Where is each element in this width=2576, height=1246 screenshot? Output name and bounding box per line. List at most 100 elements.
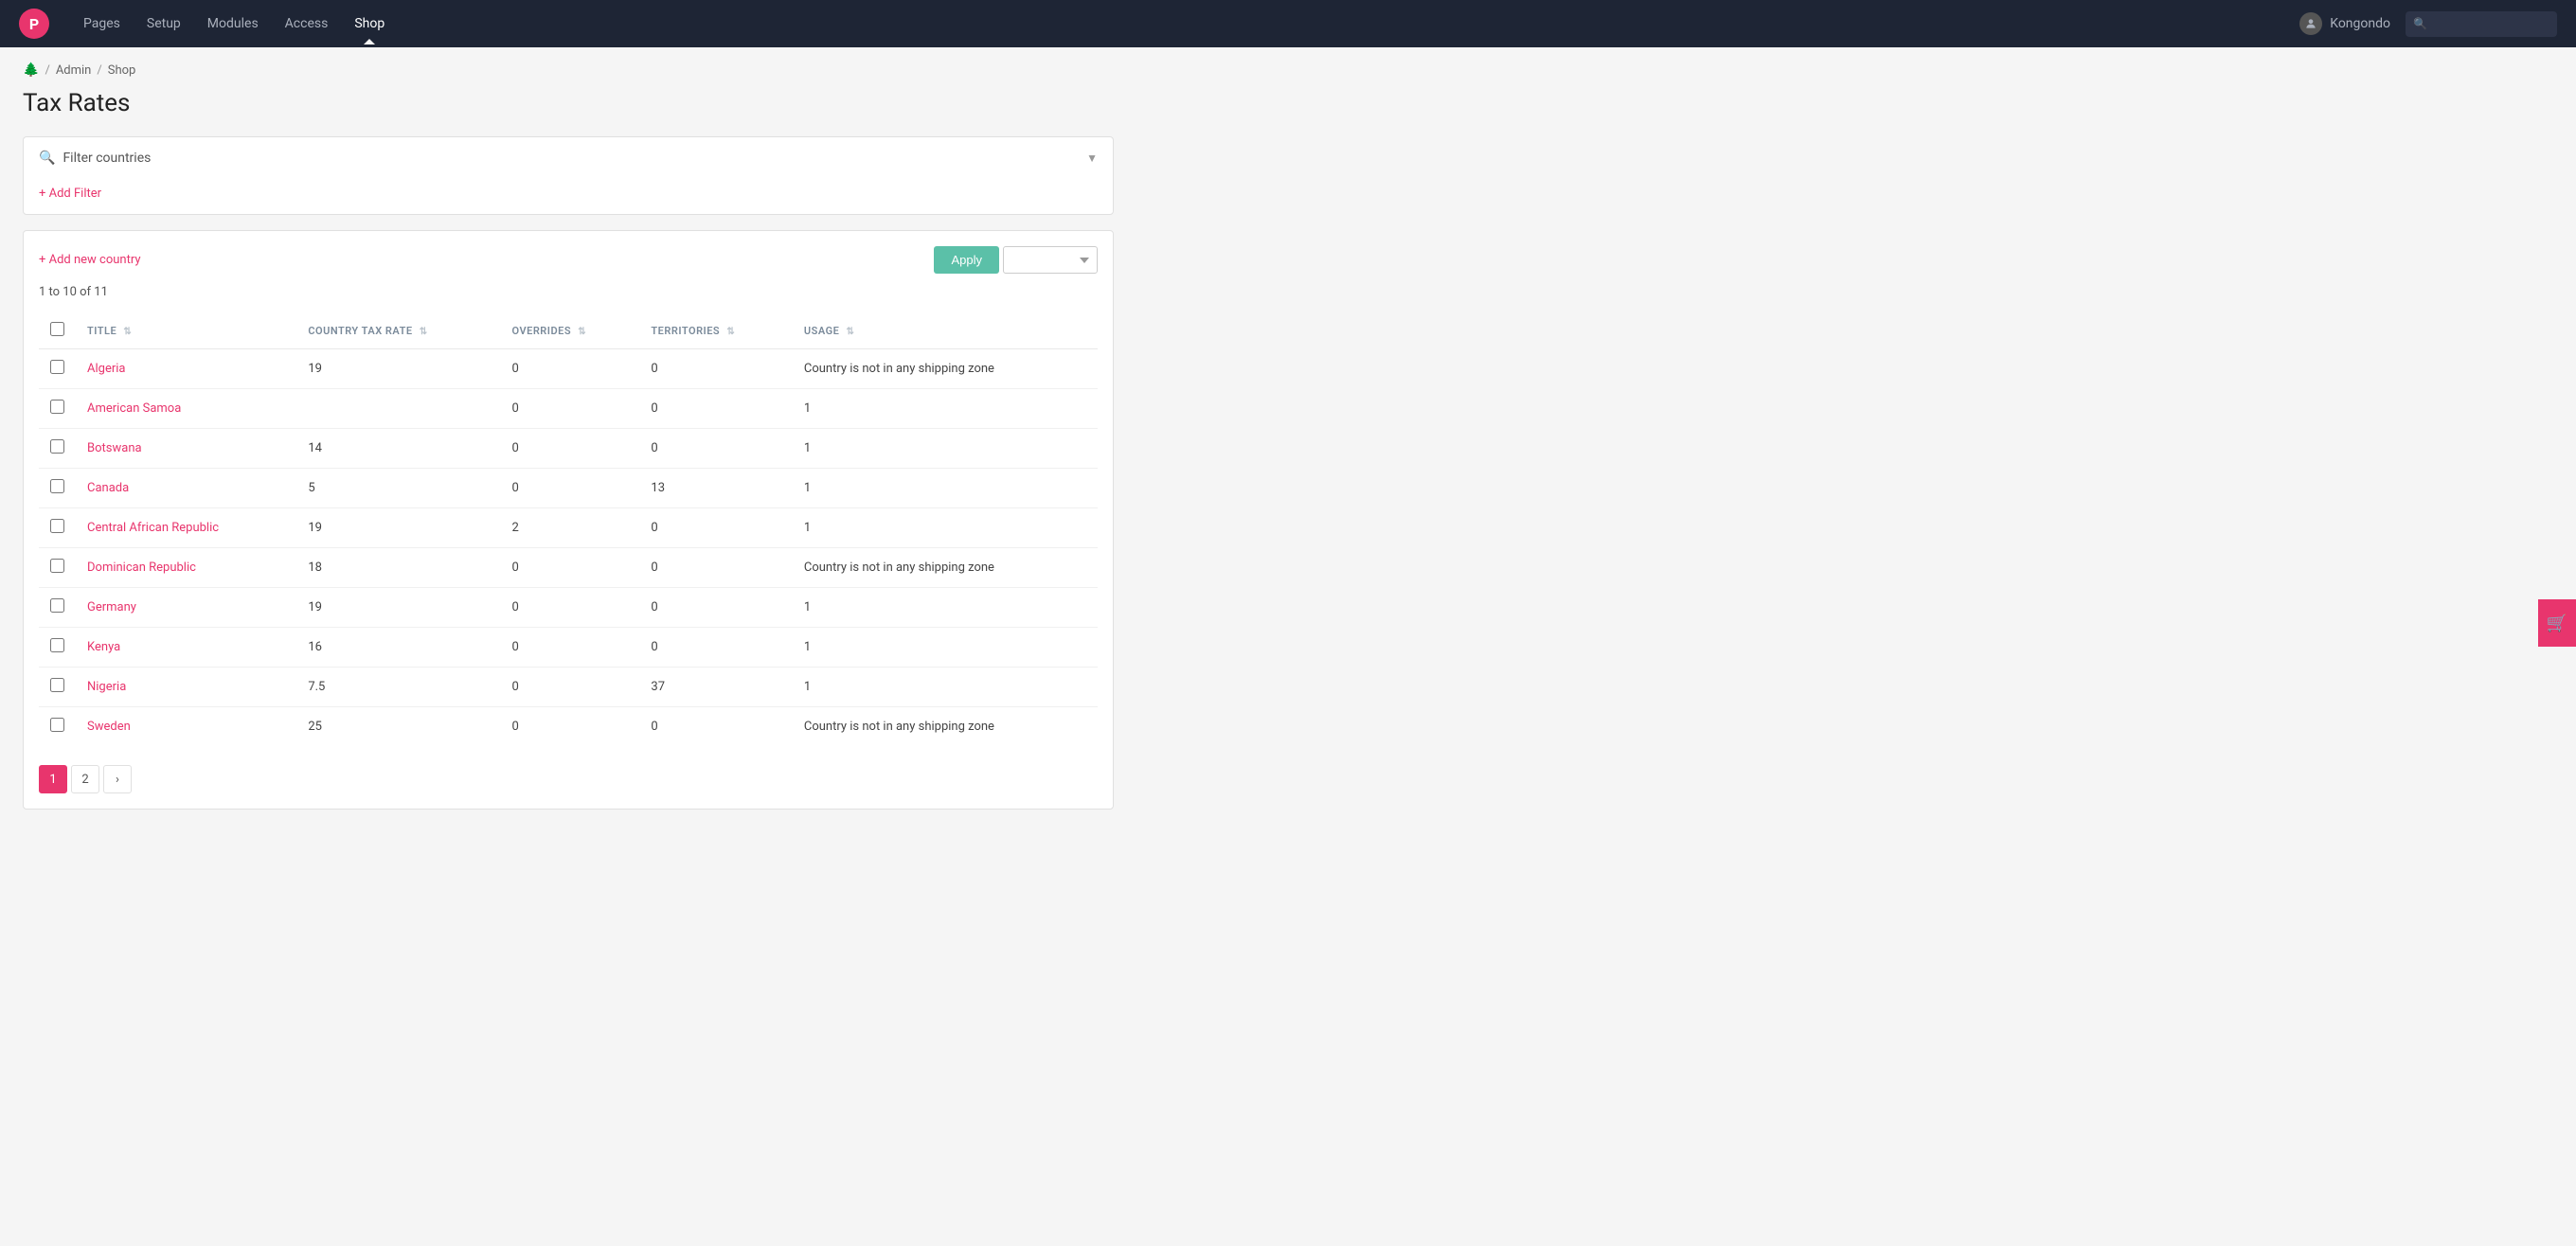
col-territories[interactable]: Territories ⇅ bbox=[639, 312, 792, 349]
row-territories-0: 0 bbox=[639, 349, 792, 389]
row-checkbox-9[interactable] bbox=[50, 718, 64, 732]
nav-link-modules[interactable]: Modules bbox=[196, 10, 270, 37]
bulk-action-select[interactable]: Delete bbox=[1003, 246, 1098, 274]
filter-label: Filter countries bbox=[63, 151, 151, 166]
sort-usage-icon: ⇅ bbox=[847, 327, 855, 337]
cart-icon: 🛒 bbox=[2547, 614, 2567, 633]
row-checkbox-cell bbox=[39, 668, 76, 707]
row-taxrate-4: 19 bbox=[296, 508, 500, 548]
table-body: Algeria 19 0 0 Country is not in any shi… bbox=[39, 349, 1098, 747]
table-row: Algeria 19 0 0 Country is not in any shi… bbox=[39, 349, 1098, 389]
nav-link-setup[interactable]: Setup bbox=[135, 10, 192, 37]
row-checkbox-0[interactable] bbox=[50, 360, 64, 374]
row-checkbox-cell bbox=[39, 588, 76, 628]
row-checkbox-cell bbox=[39, 508, 76, 548]
row-usage-7: 1 bbox=[793, 628, 1098, 668]
row-checkbox-4[interactable] bbox=[50, 519, 64, 533]
row-territories-1: 0 bbox=[639, 389, 792, 429]
row-checkbox-5[interactable] bbox=[50, 559, 64, 573]
user-menu[interactable]: Kongondo bbox=[2299, 12, 2390, 35]
add-filter-link[interactable]: + Add Filter bbox=[24, 179, 1113, 214]
page-next-button[interactable]: › bbox=[103, 765, 132, 793]
country-link-4[interactable]: Central African Republic bbox=[87, 521, 219, 535]
pagination: 12› bbox=[39, 765, 1098, 793]
country-link-1[interactable]: American Samoa bbox=[87, 401, 181, 416]
filter-box: 🔍 Filter countries ▼ + Add Filter bbox=[23, 136, 1114, 215]
row-taxrate-7: 16 bbox=[296, 628, 500, 668]
country-link-0[interactable]: Algeria bbox=[87, 362, 125, 376]
add-country-label: + Add new country bbox=[39, 253, 141, 267]
row-title-7: Kenya bbox=[76, 628, 296, 668]
row-checkbox-7[interactable] bbox=[50, 638, 64, 652]
col-usage[interactable]: Usage ⇅ bbox=[793, 312, 1098, 349]
add-filter-label: + Add Filter bbox=[39, 187, 101, 201]
row-title-8: Nigeria bbox=[76, 668, 296, 707]
row-overrides-2: 0 bbox=[501, 429, 640, 469]
country-link-8[interactable]: Nigeria bbox=[87, 680, 126, 694]
add-country-link[interactable]: + Add new country bbox=[39, 253, 141, 267]
user-name-label: Kongondo bbox=[2330, 16, 2390, 31]
nav-link-access[interactable]: Access bbox=[274, 10, 340, 37]
row-title-0: Algeria bbox=[76, 349, 296, 389]
row-taxrate-0: 19 bbox=[296, 349, 500, 389]
row-usage-3: 1 bbox=[793, 469, 1098, 508]
page-btn-1[interactable]: 1 bbox=[39, 765, 67, 793]
home-breadcrumb[interactable]: 🌲 bbox=[23, 62, 39, 78]
breadcrumb: 🌲 / Admin / Shop bbox=[23, 62, 1114, 78]
country-link-2[interactable]: Botswana bbox=[87, 441, 142, 455]
row-taxrate-8: 7.5 bbox=[296, 668, 500, 707]
row-usage-0: Country is not in any shipping zone bbox=[793, 349, 1098, 389]
row-overrides-5: 0 bbox=[501, 548, 640, 588]
country-link-3[interactable]: Canada bbox=[87, 481, 129, 495]
row-overrides-6: 0 bbox=[501, 588, 640, 628]
filter-search-icon: 🔍 bbox=[39, 151, 55, 166]
row-checkbox-6[interactable] bbox=[50, 598, 64, 613]
nav-link-pages[interactable]: Pages bbox=[72, 10, 132, 37]
table-row: Germany 19 0 0 1 bbox=[39, 588, 1098, 628]
page-btn-2[interactable]: 2 bbox=[71, 765, 99, 793]
sort-overrides-icon: ⇅ bbox=[578, 327, 586, 337]
row-checkbox-cell bbox=[39, 389, 76, 429]
col-country-tax-rate[interactable]: Country Tax Rate ⇅ bbox=[296, 312, 500, 349]
breadcrumb-admin[interactable]: Admin bbox=[56, 63, 92, 78]
col-title[interactable]: Title ⇅ bbox=[76, 312, 296, 349]
search-input[interactable] bbox=[2406, 11, 2557, 37]
row-checkbox-cell bbox=[39, 469, 76, 508]
breadcrumb-shop[interactable]: Shop bbox=[108, 63, 136, 78]
row-territories-4: 0 bbox=[639, 508, 792, 548]
logo[interactable]: P bbox=[19, 9, 49, 39]
country-link-5[interactable]: Dominican Republic bbox=[87, 561, 196, 575]
col-overrides[interactable]: Overrides ⇅ bbox=[501, 312, 640, 349]
pagination-info: 1 to 10 of 11 bbox=[39, 285, 1098, 299]
row-territories-9: 0 bbox=[639, 707, 792, 747]
main-content: 🌲 / Admin / Shop Tax Rates 🔍 Filter coun… bbox=[0, 47, 1136, 847]
filter-header[interactable]: 🔍 Filter countries ▼ bbox=[24, 137, 1113, 179]
nav-link-shop[interactable]: Shop bbox=[343, 10, 396, 37]
row-checkbox-8[interactable] bbox=[50, 678, 64, 692]
table-row: Dominican Republic 18 0 0 Country is not… bbox=[39, 548, 1098, 588]
row-usage-8: 1 bbox=[793, 668, 1098, 707]
nav-links: PagesSetupModulesAccessShop bbox=[72, 10, 2277, 37]
row-checkbox-2[interactable] bbox=[50, 439, 64, 454]
table-area: + Add new country Apply Delete 1 to 10 o… bbox=[23, 230, 1114, 810]
row-overrides-3: 0 bbox=[501, 469, 640, 508]
cart-sidebar-button[interactable]: 🛒 bbox=[2538, 599, 2576, 647]
apply-button[interactable]: Apply bbox=[934, 246, 999, 274]
row-taxrate-5: 18 bbox=[296, 548, 500, 588]
row-checkbox-3[interactable] bbox=[50, 479, 64, 493]
row-territories-7: 0 bbox=[639, 628, 792, 668]
row-usage-6: 1 bbox=[793, 588, 1098, 628]
search-wrapper bbox=[2406, 11, 2557, 37]
table-row: Botswana 14 0 0 1 bbox=[39, 429, 1098, 469]
table-row: Nigeria 7.5 0 37 1 bbox=[39, 668, 1098, 707]
country-link-6[interactable]: Germany bbox=[87, 600, 136, 614]
country-link-7[interactable]: Kenya bbox=[87, 640, 120, 654]
row-title-1: American Samoa bbox=[76, 389, 296, 429]
toolbar-right: Apply Delete bbox=[934, 246, 1098, 274]
select-all-checkbox[interactable] bbox=[50, 322, 64, 336]
row-usage-9: Country is not in any shipping zone bbox=[793, 707, 1098, 747]
row-checkbox-cell bbox=[39, 349, 76, 389]
row-overrides-8: 0 bbox=[501, 668, 640, 707]
row-checkbox-1[interactable] bbox=[50, 400, 64, 414]
country-link-9[interactable]: Sweden bbox=[87, 720, 131, 734]
